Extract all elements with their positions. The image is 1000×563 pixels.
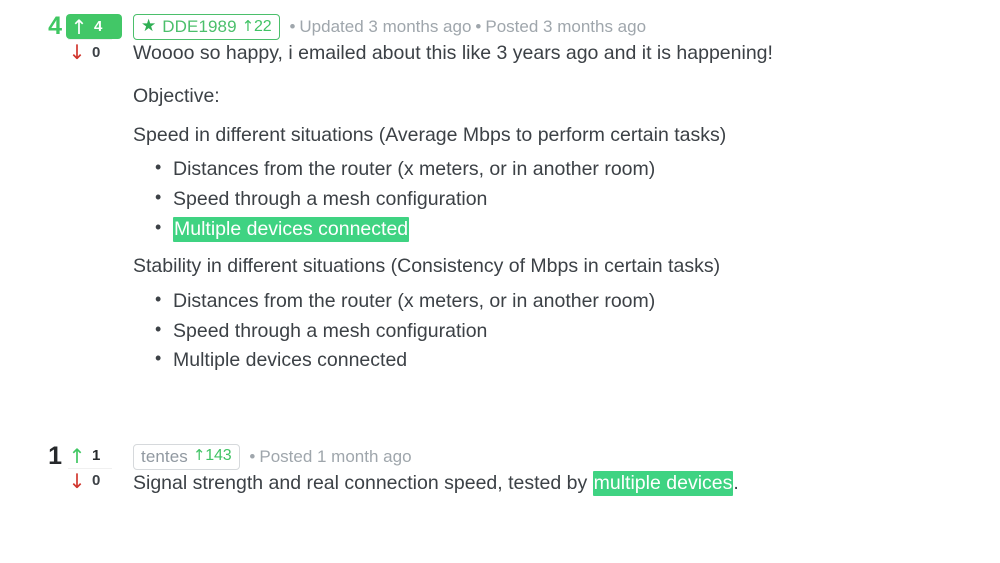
author-badge[interactable]: tentes ↑143 [133,443,241,470]
arrow-up-icon: ↑ [192,446,206,465]
author-reputation: ↑143 [192,446,232,465]
comment-text-after: . [733,471,739,494]
posted-time: Posted 3 months ago [485,17,647,36]
list-item-text: Multiple devices connected [173,349,408,372]
author-reputation: ↑22 [241,16,272,35]
comment-item: 1 ↑ 1 ↓ 0 tentes ↑143 • Posted 1 month ag… [0,426,1000,508]
author-name: tentes [141,446,188,466]
meta-separator: • [475,17,482,36]
section-heading-speed: Speed in different situations (Average M… [133,123,727,146]
author-badge[interactable]: ★ DDE1989 ↑22 [133,14,281,40]
highlighted-text: multiple devices [592,470,734,496]
list-item: Distances from the router (x meters, or … [155,154,890,185]
upvote-button[interactable]: ↑ 4 [66,14,122,39]
comment-text-before: Signal strength and real connection spee… [133,471,593,494]
list-item: Speed through a mesh configuration [155,184,890,215]
downvote-button[interactable]: ↓ 0 [66,469,122,493]
vote-widget: ↑ 4 ↓ 0 [66,14,122,64]
comment-item: 4 ↑ 4 ↓ 0 ★ DDE1989 ↑22 • Updated 3 month… [0,0,1000,380]
bullet-list-stability: Distances from the router (x meters, or … [133,286,890,380]
comment-timestamps: • Posted 1 month ago [249,447,411,467]
vote-widget: ↑ 1 ↓ 0 [66,444,122,493]
reputation-value: 22 [254,17,272,35]
upvote-button[interactable]: ↑ 1 [66,444,122,468]
author-name: DDE1989 [162,17,237,36]
comment-body: ★ DDE1989 ↑22 • Updated 3 months ago • Post… [133,14,1000,380]
list-item-text: Distances from the router (x meters, or … [173,290,656,312]
downvote-button[interactable]: ↓ 0 [66,40,122,64]
list-item-text: Speed through a mesh configuration [173,187,488,210]
comment-total-score: 1 [48,441,62,470]
downvote-count: 0 [92,472,101,490]
meta-bullet: • [249,446,256,466]
star-icon: ★ [141,16,157,36]
posted-time: Posted 1 month ago [259,446,412,466]
list-item: Speed through a mesh configuration [155,316,890,347]
section-heading-stability: Stability in different situations (Consi… [133,255,721,278]
comment-list: 4 ↑ 4 ↓ 0 ★ DDE1989 ↑22 • Updated 3 month… [0,0,1000,508]
list-item-text: Distances from the router (x meters, or … [173,158,656,181]
arrow-down-icon: ↓ [68,468,86,493]
meta-bullet: • [289,17,296,36]
objective-label: Objective: [133,84,220,107]
comment-total-score: 4 [48,12,62,40]
list-item-text: Speed through a mesh configuration [173,319,488,342]
comment-meta: ★ DDE1989 ↑22 • Updated 3 months ago • Post… [133,14,890,40]
arrow-up-icon: ↑ [241,16,255,35]
comment-separator-gap [0,380,1000,426]
comment-timestamps: • Updated 3 months ago • Posted 3 months ag… [289,17,646,37]
upvote-count: 4 [94,18,103,35]
updated-time: Updated 3 months ago [299,17,472,36]
comment-lead-paragraph: Woooo so happy, i emailed about this lik… [133,42,773,64]
downvote-count: 0 [92,43,101,61]
comment-body: tentes ↑143 • Posted 1 month ago Signal s… [133,443,1000,508]
arrow-up-icon: ↑ [68,443,86,468]
arrow-down-icon: ↓ [68,40,86,64]
reputation-value: 143 [205,447,232,465]
comment-lead-paragraph: Signal strength and real connection spee… [133,470,890,508]
bullet-list-speed: Distances from the router (x meters, or … [133,154,890,248]
arrow-up-icon: ↑ [70,14,88,39]
highlighted-text: Multiple devices connected [173,216,410,242]
list-item: Distances from the router (x meters, or … [155,286,890,317]
upvote-count: 1 [92,447,101,465]
list-item: Multiple devices connected [155,214,890,245]
comment-meta: tentes ↑143 • Posted 1 month ago [133,443,890,470]
list-item: Multiple devices connected [155,345,890,376]
